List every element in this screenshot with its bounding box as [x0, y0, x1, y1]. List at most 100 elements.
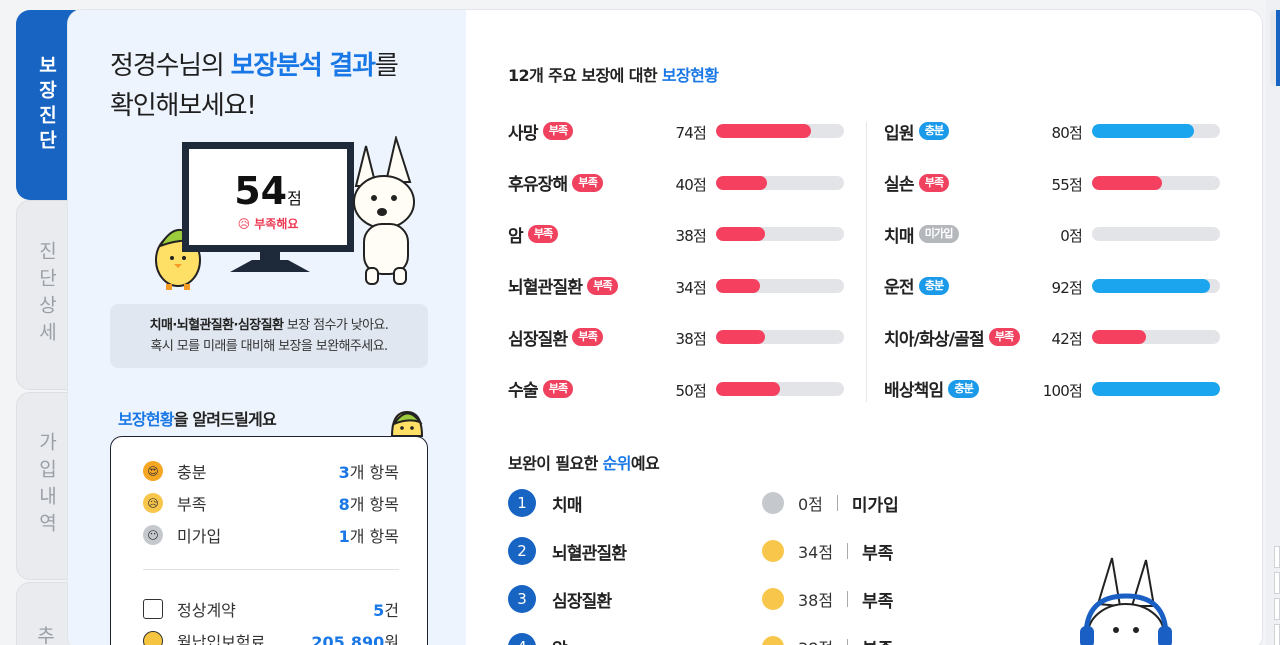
priority-score: 38점	[798, 591, 834, 610]
score-bar-fill	[716, 278, 760, 293]
score-bar	[716, 381, 844, 396]
contract-count: 5건	[373, 597, 399, 621]
score-status-label: 부족해요	[254, 217, 299, 231]
coverage-row[interactable]: 배상책임 충분	[884, 376, 980, 402]
rank-number: 1	[508, 489, 536, 517]
coverage-label: 후유장해	[508, 175, 568, 195]
status-title-text: 을 알려드릴게요	[173, 410, 277, 429]
coverage-row[interactable]: 운전 충분	[884, 273, 950, 299]
priority-title: 보완이 필요한 순위예요	[508, 450, 660, 474]
tab-label: 보장진단	[35, 55, 58, 155]
coverage-row[interactable]: 실손 부족	[884, 170, 950, 196]
floating-tool[interactable]	[1274, 572, 1280, 594]
coverage-label: 수술	[508, 381, 538, 401]
priority-item[interactable]: 1 치매	[508, 488, 582, 518]
side-panel-accent	[1276, 10, 1280, 86]
coverage-row[interactable]: 후유장해 부족	[508, 170, 604, 196]
coverage-row[interactable]: 입원 충분	[884, 118, 950, 144]
score-bar	[716, 330, 844, 344]
tab-diagnosis[interactable]: 보장진단	[16, 10, 76, 200]
status-count: 8개 항목	[339, 491, 399, 515]
priority-item[interactable]: 3 심장질환	[508, 584, 612, 614]
tab-subscriptions[interactable]: 가입내역	[16, 392, 76, 580]
dog-headphones-icon	[1080, 557, 1172, 645]
coverage-label: 입원	[884, 123, 914, 144]
coverage-name: 후유장해 부족	[508, 170, 604, 195]
notice-text: 보장 점수가 낮아요.	[283, 318, 389, 333]
coverage-score: 55점	[1051, 175, 1083, 194]
status-badge: 충분	[948, 379, 980, 398]
coverage-label: 뇌혈관질환	[508, 278, 583, 298]
tab-label: 진단상세	[35, 241, 58, 349]
score-value: 54	[234, 169, 288, 213]
coverage-score: 74점	[675, 124, 707, 142]
floating-tool[interactable]	[1274, 598, 1280, 620]
score-bar-fill	[716, 175, 768, 190]
count-unit: 원	[384, 633, 399, 645]
priority-name: 심장질환	[552, 591, 612, 612]
page: 진단상세 가입내역 추 보장진단 정경수님의 보장분석 결과를 확인해보세요!	[0, 0, 1280, 645]
score-bar-fill	[716, 381, 780, 396]
premium-row: 월납입보험료 205,890원	[143, 629, 399, 645]
notice-box: 치매·뇌혈관질환·심장질환 보장 점수가 낮아요. 혹시 모를 미래를 대비해 …	[110, 304, 428, 368]
coverage-name: 배상책임 충분	[884, 376, 980, 401]
coverage-row[interactable]: 치매 미가입	[884, 221, 959, 247]
divider	[836, 495, 838, 511]
coverage-label: 배상책임	[884, 381, 944, 401]
coverage-row[interactable]: 암 부족	[508, 221, 559, 247]
premium-name: 월납입보험료	[177, 633, 266, 645]
status-badge: 부족	[988, 328, 1020, 346]
priority-status-label: 부족	[862, 591, 894, 612]
coverage-name: 사망 부족	[508, 119, 574, 144]
status-badge: 충분	[918, 276, 950, 295]
priority-status-label: 미가입	[851, 495, 899, 516]
divider	[847, 639, 849, 645]
status-badge: 충분	[918, 122, 950, 140]
status-count: 3개 항목	[339, 459, 399, 483]
score-bar-fill	[1092, 381, 1220, 396]
worried-face-icon: 😥	[143, 493, 163, 513]
coverage-score: 38점	[675, 227, 707, 245]
coverage-row[interactable]: 사망 부족	[508, 118, 574, 144]
coverage-row[interactable]: 수술 부족	[508, 376, 574, 402]
priority-status: 0점 미가입	[762, 488, 899, 518]
priority-item[interactable]: 4암	[508, 632, 568, 645]
status-badge: 부족	[542, 379, 574, 398]
priority-title-highlight: 순위	[602, 454, 632, 473]
coverage-label: 사망	[508, 123, 538, 144]
count-unit: 건	[384, 601, 399, 620]
rank-number: 2	[508, 537, 536, 565]
coverage-score: 38점	[675, 330, 707, 348]
status-badge: 미가입	[918, 225, 959, 243]
tab-label: 추	[37, 625, 55, 645]
rank-number: 4	[508, 633, 536, 645]
page-title: 정경수님의 보장분석 결과를 확인해보세요!	[110, 46, 399, 126]
coverage-row[interactable]: 치아/화상/골절 부족	[884, 324, 1020, 350]
status-section-title: 보장현황을 알려드릴게요	[118, 406, 277, 430]
coverage-row[interactable]: 심장질환 부족	[508, 324, 604, 350]
tab-detail[interactable]: 진단상세	[16, 200, 76, 390]
coverage-name: 실손 부족	[884, 170, 950, 195]
score-bar	[1092, 227, 1220, 241]
coverage-name: 입원 충분	[884, 119, 950, 144]
document-icon	[143, 599, 163, 619]
priority-status: 34점 부족	[762, 536, 893, 566]
floating-tool[interactable]	[1274, 624, 1280, 645]
priority-score: 0점	[798, 495, 823, 514]
status-badge: 부족	[572, 328, 604, 346]
tab-recommend[interactable]: 추	[16, 582, 76, 645]
floating-tool[interactable]	[1274, 546, 1280, 568]
score-bar-fill	[716, 330, 765, 344]
priority-status-label: 부족	[862, 635, 893, 645]
status-count: 1개 항목	[339, 523, 399, 547]
coverage-name: 운전 충분	[884, 273, 950, 298]
result-card: 정경수님의 보장분석 결과를 확인해보세요! 54점 😥 부족해요 치매·뇌혈관…	[68, 10, 1262, 645]
priority-item[interactable]: 2 뇌혈관질환	[508, 536, 627, 566]
coverage-label: 암	[508, 226, 524, 247]
count-unit: 개 항목	[349, 463, 399, 482]
priority-score: 38점	[798, 635, 833, 645]
coverage-name: 뇌혈관질환 부족	[508, 273, 618, 298]
coverage-row[interactable]: 뇌혈관질환 부족	[508, 273, 618, 299]
coverage-name: 수술 부족	[508, 376, 574, 401]
coverage-score: 34점	[675, 278, 707, 297]
